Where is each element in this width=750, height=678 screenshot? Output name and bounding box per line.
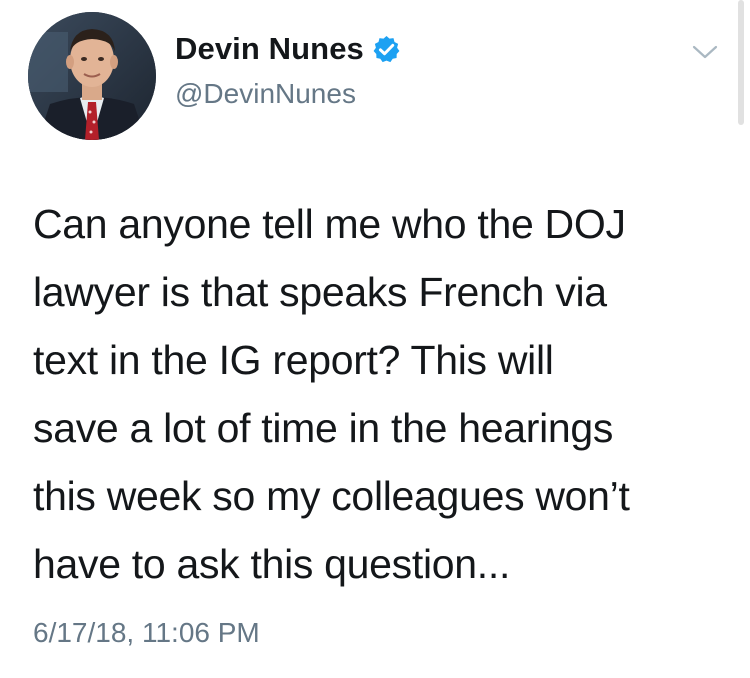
author-handle[interactable]: @DevinNunes [175,78,356,110]
tweet-timestamp[interactable]: 6/17/18, 11:06 PM [33,617,260,649]
tweet-card: Devin Nunes @DevinNunes Can anyone tell … [0,0,750,678]
chevron-down-icon[interactable] [690,42,720,62]
tweet-text-line: have to ask this question... [33,541,511,587]
tweet-text: Can anyone tell me who the DOJ lawyer is… [33,190,733,598]
tweet-text-line: this week so my colleagues won’t [33,473,630,519]
author-name-row: Devin Nunes [175,29,402,69]
tweet-text-line: save a lot of time in the hearings [33,405,614,451]
scrollbar[interactable] [738,0,744,125]
tweet-text-line: text in the IG report? This will [33,337,554,383]
tweet-text-line: lawyer is that speaks French via [33,269,607,315]
verified-badge-icon [371,34,402,65]
avatar-photo-icon [28,12,156,140]
author-display-name[interactable]: Devin Nunes [175,31,364,67]
tweet-text-line: Can anyone tell me who the DOJ [33,201,626,247]
author-avatar[interactable] [28,12,156,140]
